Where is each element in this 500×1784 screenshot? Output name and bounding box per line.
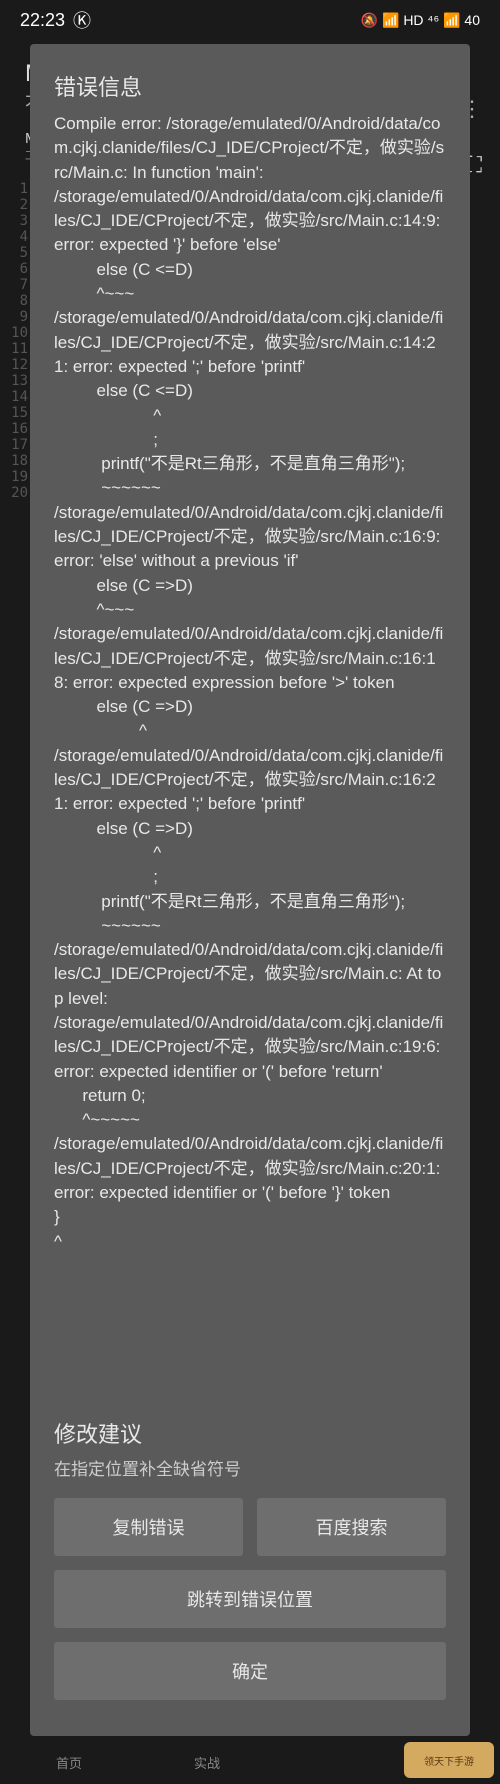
status-app-icon: Ⓚ <box>73 7 91 33</box>
goto-error-button[interactable]: 跳转到错误位置 <box>54 1570 446 1628</box>
copy-error-button[interactable]: 复制错误 <box>54 1498 243 1556</box>
error-dialog: 错误信息 Compile error: /storage/emulated/0/… <box>30 44 470 1736</box>
nav-practice[interactable]: 实战 <box>194 1753 220 1772</box>
watermark: 领天下手游 <box>404 1742 494 1778</box>
status-icons: 🔕 📶 HD ⁴⁶ 📶 40 <box>361 12 480 29</box>
error-message: Compile error: /storage/emulated/0/Andro… <box>54 112 446 1395</box>
suggestion-text: 在指定位置补全缺省符号 <box>54 1455 446 1480</box>
status-bar: 22:23 Ⓚ 🔕 📶 HD ⁴⁶ 📶 40 <box>0 0 500 40</box>
suggestion-title: 修改建议 <box>54 1417 446 1449</box>
baidu-search-button[interactable]: 百度搜索 <box>257 1498 446 1556</box>
nav-home[interactable]: 首页 <box>56 1753 82 1772</box>
dialog-title: 错误信息 <box>54 70 446 102</box>
ok-button[interactable]: 确定 <box>54 1642 446 1700</box>
status-time: 22:23 <box>20 10 65 31</box>
